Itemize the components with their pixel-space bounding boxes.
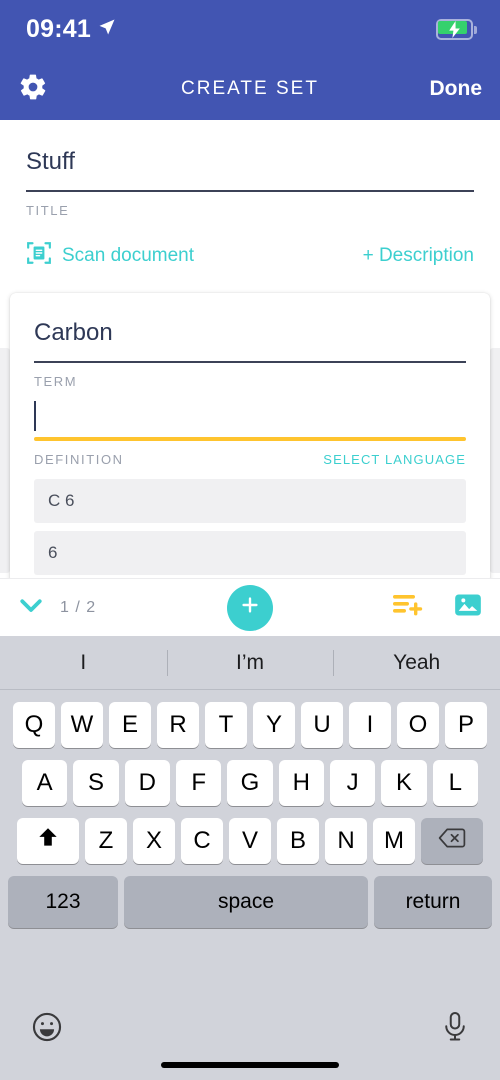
settings-button[interactable]: [18, 72, 48, 107]
key-k[interactable]: K: [381, 760, 427, 806]
keyboard-suggestion[interactable]: Yeah: [333, 651, 500, 675]
done-button[interactable]: Done: [430, 77, 483, 101]
battery-charging-icon: [436, 18, 478, 40]
keyboard-row-2: A S D F G H J K L: [0, 760, 500, 806]
toolbar-right: [392, 591, 500, 624]
term-input[interactable]: Carbon: [34, 293, 466, 361]
status-time: 09:41: [26, 14, 91, 43]
key-y[interactable]: Y: [253, 702, 295, 748]
key-h[interactable]: H: [278, 760, 324, 806]
key-d[interactable]: D: [124, 760, 170, 806]
key-j[interactable]: J: [329, 760, 376, 806]
key-u[interactable]: U: [301, 702, 343, 748]
previous-card-peek: [0, 348, 10, 573]
key-c[interactable]: C: [181, 818, 223, 864]
term-card: Carbon TERM DEFINITION SELECT LANGUAGE C…: [10, 293, 490, 583]
key-x[interactable]: X: [133, 818, 175, 864]
scan-document-label: Scan document: [62, 244, 195, 266]
backspace-key[interactable]: [421, 818, 483, 864]
plus-icon: [239, 594, 261, 621]
keyboard-suggestion[interactable]: I’m: [167, 651, 334, 675]
definition-suggestions: C 6 6: [34, 467, 466, 583]
definition-input[interactable]: [34, 389, 466, 437]
text-caret: [34, 401, 36, 431]
numbers-key[interactable]: 123: [8, 876, 118, 928]
key-b[interactable]: B: [277, 818, 319, 864]
status-bar: 09:41: [0, 0, 500, 58]
microphone-icon[interactable]: [440, 1010, 470, 1049]
space-key[interactable]: space: [124, 876, 368, 928]
key-w[interactable]: W: [61, 702, 103, 748]
list-item[interactable]: 6: [34, 531, 466, 575]
card-page-count: 1 / 2: [60, 598, 97, 616]
key-z[interactable]: Z: [85, 818, 127, 864]
nav-bar: CREATE SET Done: [0, 58, 500, 120]
scan-document-button[interactable]: Scan document: [26, 240, 194, 271]
title-actions: Scan document + Description: [26, 218, 474, 271]
keyboard-row-3: Z X C V B N M: [0, 818, 500, 864]
scan-document-icon: [26, 240, 52, 271]
key-i[interactable]: I: [349, 702, 391, 748]
key-a[interactable]: A: [22, 760, 68, 806]
list-item[interactable]: C 6: [34, 479, 466, 523]
keyboard-bottom-bar: [0, 994, 500, 1080]
definition-label-row: DEFINITION SELECT LANGUAGE: [34, 441, 466, 467]
toolbar-left: 1 / 2: [0, 590, 96, 625]
key-v[interactable]: V: [229, 818, 271, 864]
emoji-smiley-icon[interactable]: [30, 1010, 64, 1049]
chevron-down-icon[interactable]: [16, 590, 46, 625]
key-f[interactable]: F: [176, 760, 222, 806]
set-title-input[interactable]: Stuff: [26, 148, 474, 190]
key-n[interactable]: N: [325, 818, 367, 864]
title-section: Stuff TITLE Scan document + Description: [0, 120, 500, 271]
key-o[interactable]: O: [397, 702, 439, 748]
keyboard-suggestion[interactable]: I: [0, 651, 167, 675]
page-title: CREATE SET: [181, 78, 319, 99]
return-key[interactable]: return: [374, 876, 492, 928]
keyboard-row-4: 123 space return: [0, 876, 500, 928]
add-description-button[interactable]: + Description: [363, 245, 474, 267]
key-m[interactable]: M: [373, 818, 415, 864]
image-icon[interactable]: [454, 591, 482, 624]
on-screen-keyboard: I I’m Yeah Q W E R T Y U I O P A S D F G…: [0, 636, 500, 1080]
shift-key[interactable]: [17, 818, 79, 864]
app-root: 09:41 CREATE SET Done Stuff TITLE Scan d…: [0, 0, 500, 1080]
term-field-label: TERM: [34, 374, 78, 389]
home-indicator: [161, 1062, 339, 1068]
key-g[interactable]: G: [227, 760, 273, 806]
shift-up-icon: [35, 825, 61, 858]
add-text-lines-icon[interactable]: [392, 591, 426, 624]
key-p[interactable]: P: [445, 702, 487, 748]
key-q[interactable]: Q: [13, 702, 55, 748]
key-s[interactable]: S: [73, 760, 119, 806]
key-t[interactable]: T: [205, 702, 247, 748]
keyboard-suggestion-bar: I I’m Yeah: [0, 636, 500, 690]
definition-field-label: DEFINITION: [34, 452, 124, 467]
term-card-wrapper: Carbon TERM DEFINITION SELECT LANGUAGE C…: [0, 293, 500, 583]
key-r[interactable]: R: [157, 702, 199, 748]
title-field-label: TITLE: [26, 203, 70, 218]
card-action-toolbar: 1 / 2: [0, 578, 500, 636]
key-l[interactable]: L: [432, 760, 478, 806]
keyboard-row-1: Q W E R T Y U I O P: [0, 702, 500, 748]
location-arrow-icon: [98, 18, 116, 41]
backspace-icon: [438, 826, 466, 857]
key-e[interactable]: E: [109, 702, 151, 748]
gear-icon: [18, 72, 48, 107]
select-language-button[interactable]: SELECT LANGUAGE: [323, 452, 466, 467]
add-card-button[interactable]: [227, 584, 273, 631]
next-card-peek: [490, 348, 500, 573]
status-bar-left: 09:41: [26, 15, 116, 44]
